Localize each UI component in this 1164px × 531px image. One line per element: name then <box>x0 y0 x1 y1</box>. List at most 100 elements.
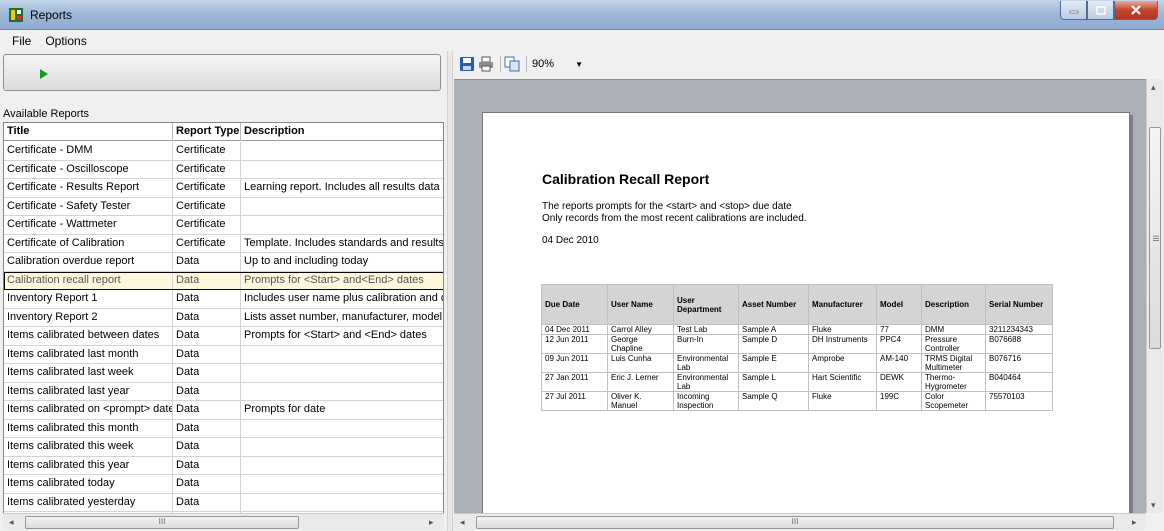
row-report-type: Certificate <box>173 197 241 215</box>
report-column-header: Due Date <box>541 284 608 325</box>
report-preview-pane: 90% ▼ Calibration Recall Report The repo… <box>454 51 1164 531</box>
minimize-icon <box>1069 10 1078 14</box>
report-column-header: Model <box>876 284 922 325</box>
report-table-cell: B076688 <box>985 334 1053 354</box>
left-horizontal-scrollbar[interactable]: ◂ III ▸ <box>3 513 444 530</box>
row-description: Prompts for <Start> and <End> dates <box>244 329 427 341</box>
report-table-cell: Carrol Alley <box>607 324 674 335</box>
row-report-type: Data <box>173 419 241 437</box>
report-row[interactable]: Items calibrated last month Data <box>4 345 443 364</box>
row-title: Items calibrated this year <box>4 456 173 474</box>
report-row[interactable]: Items calibrated last week Data <box>4 364 443 383</box>
column-header-description[interactable]: Description <box>241 123 443 141</box>
scroll-left-arrow-icon[interactable]: ◂ <box>9 518 17 527</box>
zoom-value: 90% <box>532 58 555 70</box>
report-title: Calibration Recall Report <box>542 171 710 187</box>
report-table-cell: Eric J. Lerner <box>607 372 674 392</box>
report-table-cell: Thermo-Hygrometer <box>921 372 986 392</box>
report-row[interactable]: Certificate - Safety Tester Certificate <box>4 197 443 216</box>
close-icon <box>1131 5 1141 15</box>
report-row[interactable]: Items calibrated this week Data <box>4 438 443 457</box>
report-row[interactable]: Items calibrated this month Data <box>4 419 443 438</box>
column-header-title[interactable]: Title <box>4 123 173 141</box>
scroll-right-arrow-icon[interactable]: ▸ <box>1132 518 1140 527</box>
minimize-button[interactable] <box>1060 1 1087 20</box>
scroll-thumb[interactable]: III <box>1149 127 1161 349</box>
menu-bar: File Options <box>0 31 1164 51</box>
report-row[interactable]: Certificate of Calibration Certificate Tem… <box>4 234 443 253</box>
report-row[interactable]: Certificate - Wattmeter Certificate <box>4 216 443 235</box>
preview-horizontal-scrollbar[interactable]: ◂ III ▸ <box>454 513 1146 530</box>
row-title: Calibration overdue report <box>4 253 173 271</box>
row-title: Certificate - Safety Tester <box>4 197 173 215</box>
zoom-select[interactable]: 90% ▼ <box>530 55 590 73</box>
report-table-cell: Hart Scientific <box>808 372 877 392</box>
report-column-header: User Name <box>607 284 674 325</box>
scroll-right-arrow-icon[interactable]: ▸ <box>429 518 437 527</box>
menu-file[interactable]: File <box>12 34 31 48</box>
report-row[interactable]: Inventory Report 1 Data Includes user name… <box>4 290 443 309</box>
report-row[interactable]: Items calibrated this year Data <box>4 456 443 475</box>
app-icon <box>9 8 23 22</box>
report-row[interactable]: Calibration recall report Data Prompts for… <box>4 271 443 290</box>
toolbar-separator <box>500 56 501 72</box>
row-description <box>241 438 443 456</box>
report-row[interactable]: Items calibrated today Data <box>4 475 443 494</box>
pane-splitter[interactable] <box>447 51 453 531</box>
column-header-report-type[interactable]: Report Type <box>173 123 241 141</box>
row-description <box>241 216 443 234</box>
report-row[interactable]: Calibration overdue report Data Up to and … <box>4 253 443 272</box>
print-icon[interactable] <box>478 56 494 72</box>
report-row[interactable]: Items calibrated yesterday Data <box>4 493 443 512</box>
report-row[interactable]: Certificate - Oscilloscope Certificate <box>4 160 443 179</box>
run-report-button[interactable] <box>3 54 441 91</box>
save-icon[interactable] <box>459 56 475 72</box>
report-table-row: 27 Jul 2011 Oliver K. Manuel Incoming Insp… <box>541 391 1053 411</box>
row-title: Items calibrated last year <box>4 382 173 400</box>
row-report-type: Certificate <box>173 160 241 178</box>
maximize-button[interactable] <box>1087 1 1114 20</box>
close-button[interactable] <box>1114 1 1158 20</box>
chevron-down-icon[interactable]: ▼ <box>572 55 586 73</box>
row-title: Items calibrated this week <box>4 438 173 456</box>
row-description: Lists asset number, manufacturer, model,… <box>244 310 444 323</box>
report-row[interactable]: Items calibrated on <prompt> date Data Pro… <box>4 401 443 420</box>
report-row[interactable]: Inventory Report 2 Data Lists asset number… <box>4 308 444 327</box>
row-title: Certificate - DMM <box>4 142 173 160</box>
row-description <box>241 475 443 493</box>
report-table-cell: 27 Jul 2011 <box>541 391 608 411</box>
report-table-cell: Sample E <box>738 353 809 373</box>
report-table-row: 12 Jun 2011 George Chapline Burn-In Sample … <box>541 334 1053 354</box>
report-row[interactable]: Certificate - DMM Certificate <box>4 142 443 161</box>
row-title: Items calibrated on <prompt> date <box>4 401 173 419</box>
scroll-thumb[interactable]: III <box>476 516 1114 529</box>
row-report-type: Data <box>173 290 241 308</box>
report-row[interactable]: Certificate - Results Report Certificate L… <box>4 179 443 198</box>
scroll-left-arrow-icon[interactable]: ◂ <box>460 518 468 527</box>
report-column-header: Asset Number <box>738 284 809 325</box>
report-row[interactable]: Items calibrated last year Data <box>4 382 443 401</box>
report-table-cell: 77 <box>876 324 922 335</box>
report-row[interactable]: Items calibrated between dates Data Prompt… <box>4 327 443 346</box>
reports-grid: Title Report Type Description Certificat… <box>3 122 444 522</box>
report-table-row: 09 Jun 2011 Luis Cunha Environmental Lab Sa… <box>541 353 1053 373</box>
report-table-cell: 04 Dec 2011 <box>541 324 608 335</box>
report-table-cell: George Chapline <box>607 334 674 354</box>
scroll-up-arrow-icon[interactable]: ▴ <box>1151 83 1159 92</box>
report-table-cell: B040464 <box>985 372 1053 392</box>
report-table-row: 27 Jan 2011 Eric J. Lerner Environmental L… <box>541 372 1053 392</box>
row-report-type: Data <box>173 401 241 419</box>
report-table-cell: DEWK <box>876 372 922 392</box>
row-title: Items calibrated between dates <box>4 327 173 345</box>
row-title: Inventory Report 1 <box>4 290 173 308</box>
menu-options[interactable]: Options <box>45 34 86 48</box>
report-table-cell: Fluke <box>808 324 877 335</box>
scroll-thumb[interactable]: III <box>25 516 299 529</box>
row-description <box>241 142 443 160</box>
row-title: Items calibrated yesterday <box>4 493 173 511</box>
copy-icon[interactable] <box>504 56 520 72</box>
row-report-type: Certificate <box>173 142 241 160</box>
preview-vertical-scrollbar[interactable]: ▴ III ▾ <box>1146 79 1163 513</box>
scroll-down-arrow-icon[interactable]: ▾ <box>1151 501 1159 510</box>
row-description: Prompts for <Start> and<End> dates <box>244 273 424 286</box>
